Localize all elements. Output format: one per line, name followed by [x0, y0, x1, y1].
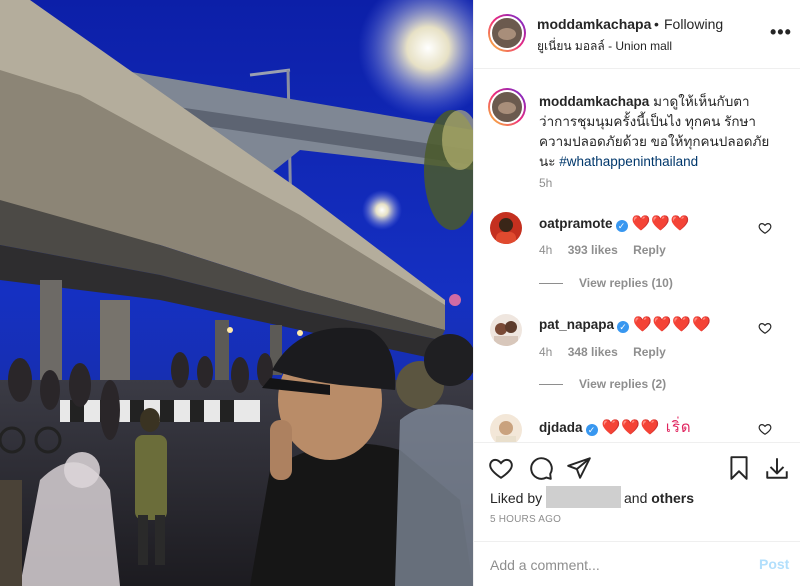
comment-username[interactable]: djdada: [539, 420, 583, 435]
add-comment-input[interactable]: [490, 554, 740, 576]
comment-avatar[interactable]: [490, 414, 522, 442]
view-replies-button[interactable]: View replies (2): [539, 377, 666, 391]
comment-body: ❤️❤️❤️: [631, 215, 691, 232]
author-username[interactable]: moddamkachapa: [537, 16, 651, 32]
verified-badge-icon: ✓: [617, 321, 630, 333]
more-options-icon[interactable]: •••: [770, 22, 792, 43]
comment-avatar[interactable]: [490, 212, 522, 244]
caption-timestamp: 5h: [539, 176, 553, 190]
comment-text: djdada ✓ ❤️❤️❤️ เริ่ด: [539, 415, 692, 439]
comment-likes[interactable]: 348 likes: [568, 345, 618, 359]
following-button[interactable]: Following: [664, 16, 723, 32]
download-icon[interactable]: [764, 455, 790, 481]
others-link[interactable]: others: [651, 490, 694, 506]
like-comment-heart-icon[interactable]: [758, 422, 772, 436]
save-bookmark-icon[interactable]: [726, 455, 752, 481]
liked-by-label: Liked by: [490, 490, 543, 506]
like-comment-heart-icon[interactable]: [758, 221, 772, 235]
caption-username[interactable]: moddamkachapa: [539, 94, 649, 109]
share-send-icon[interactable]: [566, 455, 592, 481]
comment-body: ❤️❤️❤️❤️: [633, 316, 712, 333]
like-comment-heart-icon[interactable]: [758, 321, 772, 335]
avatar-image: [496, 421, 516, 442]
caption-avatar[interactable]: [488, 88, 526, 126]
post-actions: Liked by and others 5 HOURS AGO Post: [474, 442, 800, 586]
header-separator: •: [654, 16, 659, 32]
comment-timestamp: 4h: [539, 243, 553, 257]
liked-and-others: and others: [624, 490, 694, 506]
comment-text: oatpramote ✓ ❤️❤️❤️: [539, 214, 691, 232]
comment-avatar[interactable]: [490, 314, 522, 346]
comment-timestamp: 4h: [539, 345, 553, 359]
verified-badge-icon: ✓: [585, 424, 598, 436]
reply-button[interactable]: Reply: [633, 345, 666, 359]
post-photo[interactable]: [0, 0, 473, 586]
post-comment-button[interactable]: Post: [759, 556, 789, 572]
comment-username[interactable]: pat_napapa: [539, 317, 614, 332]
avatar-image: [494, 321, 518, 346]
comment-likes[interactable]: 393 likes: [568, 243, 618, 257]
location-link[interactable]: ยูเนี่ยน มอลล์ - Union mall: [537, 37, 672, 56]
post-timestamp: 5 HOURS AGO: [490, 514, 562, 525]
comment-bubble-icon[interactable]: [528, 455, 554, 481]
photo-scene: [0, 0, 473, 586]
liked-by-user-redacted[interactable]: [546, 486, 621, 508]
view-replies-label: View replies (10): [579, 276, 673, 290]
comment-text: pat_napapa ✓ ❤️❤️❤️❤️: [539, 315, 712, 333]
verified-badge-icon: ✓: [615, 220, 628, 232]
comment-username[interactable]: oatpramote: [539, 216, 613, 231]
author-avatar[interactable]: [488, 14, 526, 52]
like-heart-icon[interactable]: [488, 455, 514, 481]
comments-list[interactable]: moddamkachapa มาดูให้เห็นกับตา ว่าการชุม…: [474, 70, 800, 442]
comment-meta: 4h 348 likes Reply: [539, 345, 678, 359]
caption-hashtag[interactable]: #whathappeninthailand: [559, 154, 698, 169]
and-label: and: [624, 490, 648, 506]
caption: moddamkachapa มาดูให้เห็นกับตา ว่าการชุม…: [539, 92, 784, 172]
post-side-panel: moddamkachapa • Following ยูเนี่ยน มอลล์…: [473, 0, 800, 586]
avatar-image: [496, 218, 516, 244]
reply-button[interactable]: Reply: [633, 243, 666, 257]
comment-meta: 4h 393 likes Reply: [539, 243, 678, 257]
post-header: moddamkachapa • Following ยูเนี่ยน มอลล์…: [474, 0, 800, 69]
view-replies-button[interactable]: View replies (10): [539, 276, 673, 290]
add-comment-bar: Post: [474, 541, 800, 586]
comment-body: ❤️❤️❤️ เริ่ด: [601, 419, 692, 436]
view-replies-label: View replies (2): [579, 377, 667, 391]
